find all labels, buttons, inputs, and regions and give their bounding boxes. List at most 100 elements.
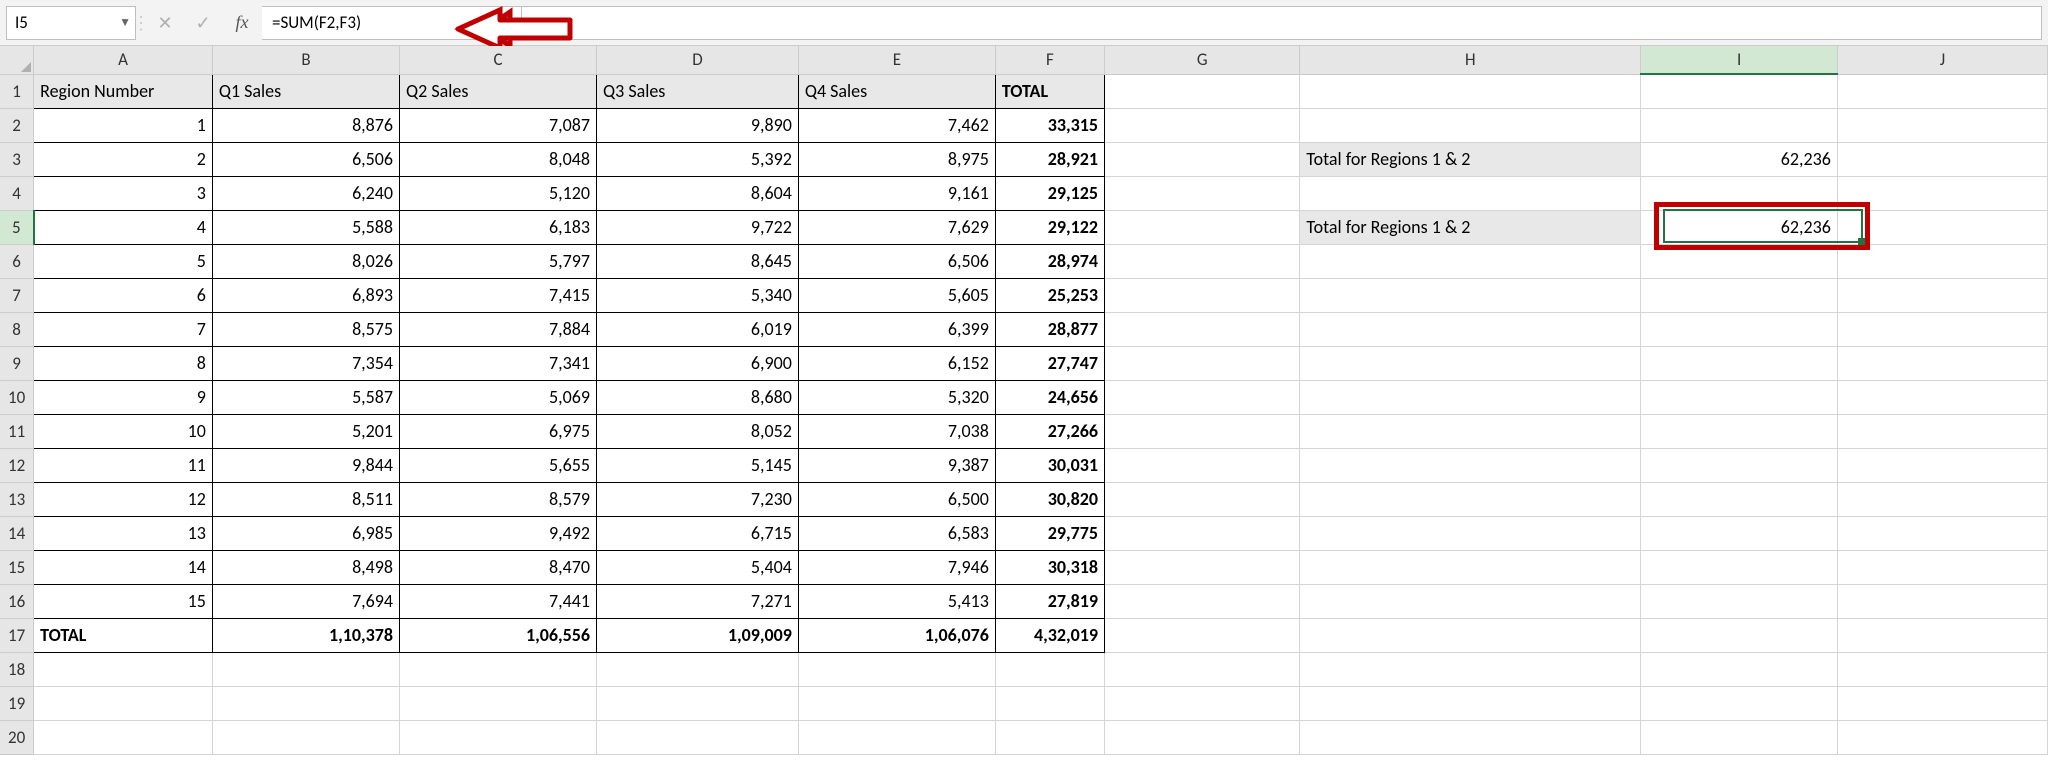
cell-E16[interactable]: 5,413 [798,584,995,618]
cell-I5[interactable]: 62,236 [1641,210,1838,244]
cell-H14[interactable] [1300,516,1641,550]
cell-B8[interactable]: 8,575 [212,312,399,346]
cell-C5[interactable]: 6,183 [400,210,597,244]
cell-A14[interactable]: 13 [34,516,213,550]
cell-E8[interactable]: 6,399 [798,312,995,346]
column-header-H[interactable]: H [1300,46,1641,74]
cell-A20[interactable] [34,720,213,754]
cell-H13[interactable] [1300,482,1641,516]
cell-G20[interactable] [1105,720,1300,754]
name-box[interactable]: I5 ▼ [6,6,136,40]
cell-H15[interactable] [1300,550,1641,584]
cell-E6[interactable]: 6,506 [798,244,995,278]
cell-G18[interactable] [1105,652,1300,686]
row-header-10[interactable]: 10 [0,380,34,414]
cell-A10[interactable]: 9 [34,380,213,414]
cell-B13[interactable]: 8,511 [212,482,399,516]
cell-C1[interactable]: Q2 Sales [400,74,597,108]
cell-J12[interactable] [1837,448,2047,482]
cell-I17[interactable] [1641,618,1838,652]
cell-F20[interactable] [995,720,1104,754]
cell-A12[interactable]: 11 [34,448,213,482]
cell-F1[interactable]: TOTAL [995,74,1104,108]
cell-E18[interactable] [798,652,995,686]
cell-J8[interactable] [1837,312,2047,346]
cell-F3[interactable]: 28,921 [995,142,1104,176]
cell-E2[interactable]: 7,462 [798,108,995,142]
cell-I19[interactable] [1641,686,1838,720]
cell-J14[interactable] [1837,516,2047,550]
cell-A1[interactable]: Region Number [34,74,213,108]
cell-H2[interactable] [1300,108,1641,142]
cell-H8[interactable] [1300,312,1641,346]
cell-D10[interactable]: 8,680 [597,380,799,414]
cell-C13[interactable]: 8,579 [400,482,597,516]
cell-E17[interactable]: 1,06,076 [798,618,995,652]
cell-I2[interactable] [1641,108,1838,142]
cell-A18[interactable] [34,652,213,686]
cell-B15[interactable]: 8,498 [212,550,399,584]
row-header-8[interactable]: 8 [0,312,34,346]
cell-F6[interactable]: 28,974 [995,244,1104,278]
column-header-C[interactable]: C [400,46,597,74]
cell-J11[interactable] [1837,414,2047,448]
cell-A19[interactable] [34,686,213,720]
cell-F4[interactable]: 29,125 [995,176,1104,210]
cell-E14[interactable]: 6,583 [798,516,995,550]
row-header-9[interactable]: 9 [0,346,34,380]
cell-B10[interactable]: 5,587 [212,380,399,414]
cell-G5[interactable] [1105,210,1300,244]
cell-D14[interactable]: 6,715 [597,516,799,550]
cell-J9[interactable] [1837,346,2047,380]
cell-C19[interactable] [400,686,597,720]
cell-C18[interactable] [400,652,597,686]
cell-C2[interactable]: 7,087 [400,108,597,142]
cell-E11[interactable]: 7,038 [798,414,995,448]
cell-C15[interactable]: 8,470 [400,550,597,584]
cell-A13[interactable]: 12 [34,482,213,516]
cell-J5[interactable] [1837,210,2047,244]
cell-D11[interactable]: 8,052 [597,414,799,448]
cell-H9[interactable] [1300,346,1641,380]
cell-C16[interactable]: 7,441 [400,584,597,618]
cell-C9[interactable]: 7,341 [400,346,597,380]
cell-B18[interactable] [212,652,399,686]
cell-C20[interactable] [400,720,597,754]
cell-C12[interactable]: 5,655 [400,448,597,482]
cell-G17[interactable] [1105,618,1300,652]
column-header-E[interactable]: E [798,46,995,74]
cell-D1[interactable]: Q3 Sales [597,74,799,108]
cell-C4[interactable]: 5,120 [400,176,597,210]
row-header-18[interactable]: 18 [0,652,34,686]
cell-D19[interactable] [597,686,799,720]
cell-C11[interactable]: 6,975 [400,414,597,448]
cell-G13[interactable] [1105,482,1300,516]
cell-F12[interactable]: 30,031 [995,448,1104,482]
cell-I18[interactable] [1641,652,1838,686]
cell-F14[interactable]: 29,775 [995,516,1104,550]
spreadsheet-grid[interactable]: ABCDEFGHIJ1Region NumberQ1 SalesQ2 Sales… [0,46,2048,755]
cell-D5[interactable]: 9,722 [597,210,799,244]
cell-J1[interactable] [1837,74,2047,108]
cell-I1[interactable] [1641,74,1838,108]
cell-C7[interactable]: 7,415 [400,278,597,312]
cell-F16[interactable]: 27,819 [995,584,1104,618]
cell-G2[interactable] [1105,108,1300,142]
cell-I3[interactable]: 62,236 [1641,142,1838,176]
cell-G3[interactable] [1105,142,1300,176]
cell-B9[interactable]: 7,354 [212,346,399,380]
cell-A7[interactable]: 6 [34,278,213,312]
cell-J3[interactable] [1837,142,2047,176]
cell-E10[interactable]: 5,320 [798,380,995,414]
cell-A3[interactable]: 2 [34,142,213,176]
cell-C14[interactable]: 9,492 [400,516,597,550]
cell-J10[interactable] [1837,380,2047,414]
cell-G8[interactable] [1105,312,1300,346]
row-header-15[interactable]: 15 [0,550,34,584]
cell-F15[interactable]: 30,318 [995,550,1104,584]
column-header-J[interactable]: J [1837,46,2047,74]
cell-I15[interactable] [1641,550,1838,584]
cell-F9[interactable]: 27,747 [995,346,1104,380]
cell-I20[interactable] [1641,720,1838,754]
cell-C6[interactable]: 5,797 [400,244,597,278]
